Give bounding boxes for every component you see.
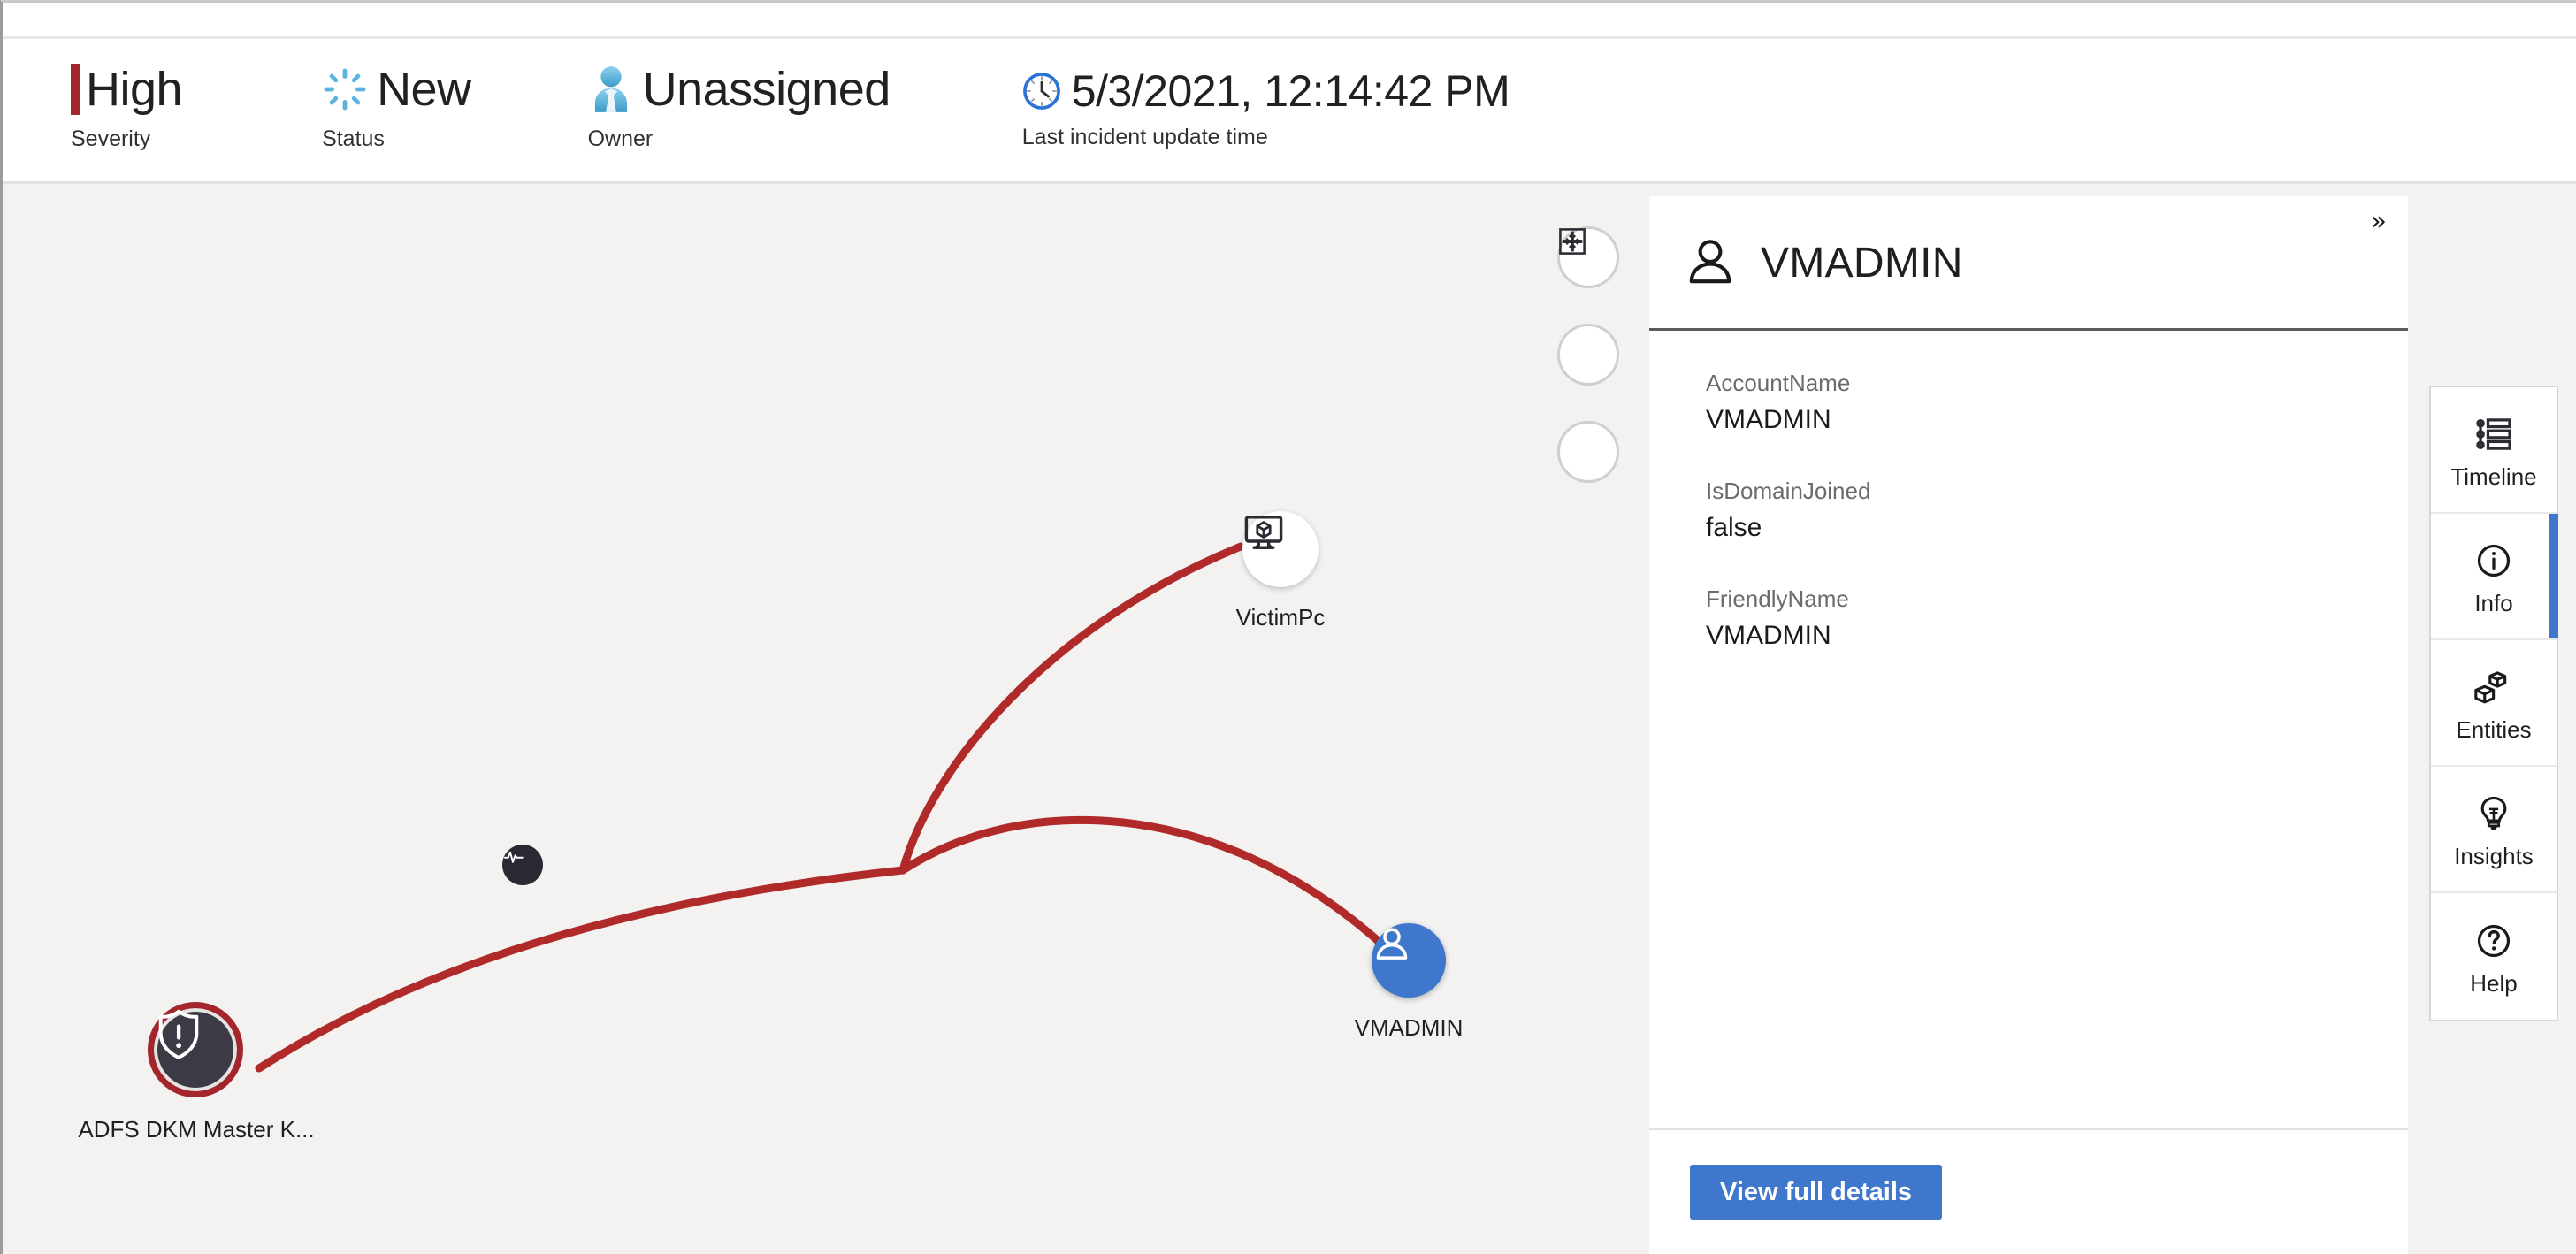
owner-person-icon xyxy=(588,65,634,114)
view-full-details-button[interactable]: View full details xyxy=(1690,1165,1943,1220)
rail-item-insights[interactable]: Insights xyxy=(2431,767,2557,893)
info-circle-icon xyxy=(2473,536,2514,585)
details-panel-header: » VMADMIN xyxy=(1649,196,2408,331)
rail-item-label: Info xyxy=(2474,589,2513,616)
field-key: FriendlyName xyxy=(1706,585,1849,612)
incident-body: ADFS DKM Master K... VictimPc VMADMIN » … xyxy=(3,184,2576,1254)
status-value: New xyxy=(377,63,471,116)
header-item-severity: High Severity xyxy=(71,39,183,181)
host-monitor-icon xyxy=(1244,516,1283,549)
owner-value: Unassigned xyxy=(642,63,891,116)
details-field: AccountName VMADMIN xyxy=(1706,368,2408,437)
zoom-in-button[interactable] xyxy=(1557,231,1619,386)
alert-node-circle[interactable] xyxy=(148,1002,243,1097)
account-person-icon xyxy=(1683,234,1738,294)
minus-icon xyxy=(1563,240,1582,243)
header-item-owner: Unassigned Owner xyxy=(588,39,891,181)
rail-item-help[interactable]: Help xyxy=(2431,893,2557,1020)
details-panel-title: VMADMIN xyxy=(1761,240,1963,287)
collapse-panel-icon[interactable]: » xyxy=(2371,209,2387,235)
incident-graph-page: High Severity New Status Unassigned Owne… xyxy=(0,0,2576,1254)
victimpc-node-label: VictimPc xyxy=(1235,604,1326,631)
details-panel-footer: View full details xyxy=(1649,1128,2408,1254)
rail-item-entities[interactable]: Entities xyxy=(2431,640,2557,767)
severity-label: Severity xyxy=(71,126,151,151)
status-label: Status xyxy=(322,126,385,151)
rail-item-timeline[interactable]: Timeline xyxy=(2431,387,2557,514)
timeline-list-icon xyxy=(2473,409,2514,459)
header-summary-items: High Severity New Status Unassigned Owne… xyxy=(3,39,2576,181)
rail-item-label: Timeline xyxy=(2450,463,2537,490)
entity-graph-canvas[interactable]: ADFS DKM Master K... VictimPc VMADMIN xyxy=(3,184,1647,1254)
graph-zoom-controls xyxy=(1557,226,1637,518)
field-value: VMADMIN xyxy=(1706,621,1831,650)
shield-alert-icon xyxy=(158,1009,199,1059)
header-item-status: New Status xyxy=(322,39,471,181)
field-value: VMADMIN xyxy=(1706,405,1831,434)
victimpc-node-circle[interactable] xyxy=(1242,511,1319,587)
rail-item-label: Insights xyxy=(2454,842,2534,869)
rail-item-label: Help xyxy=(2470,969,2518,997)
field-value: false xyxy=(1706,513,1762,542)
graph-edges xyxy=(255,542,1387,1073)
zoom-out-button[interactable] xyxy=(1557,240,1619,483)
incident-header: High Severity New Status Unassigned Owne… xyxy=(3,3,2576,184)
rail-item-label: Entities xyxy=(2456,715,2532,743)
vmadmin-node-circle[interactable] xyxy=(1372,923,1446,998)
field-key: AccountName xyxy=(1706,370,1851,396)
activity-node-circle[interactable] xyxy=(502,845,543,885)
field-key: IsDomainJoined xyxy=(1706,478,1871,504)
last-update-value: 5/3/2021, 12:14:42 PM xyxy=(1071,66,1510,116)
details-field-list: AccountName VMADMIN IsDomainJoined false… xyxy=(1649,331,2408,1128)
lightbulb-icon xyxy=(2474,789,2513,838)
details-field: IsDomainJoined false xyxy=(1706,476,2408,545)
pulse-activity-icon xyxy=(503,851,524,863)
status-spinner-icon xyxy=(322,66,368,112)
entities-cubes-icon xyxy=(2473,662,2515,712)
rail-item-info[interactable]: Info xyxy=(2431,514,2558,640)
header-item-last-update: 5/3/2021, 12:14:42 PM Last incident upda… xyxy=(1022,39,1510,181)
entity-details-panel: » VMADMIN AccountName VMADMIN IsDomainJo… xyxy=(1649,196,2408,1254)
clock-icon xyxy=(1022,72,1061,111)
vmadmin-node-label: VMADMIN xyxy=(1354,1014,1464,1041)
alert-node-label: ADFS DKM Master K... xyxy=(78,1116,315,1143)
last-update-label: Last incident update time xyxy=(1021,125,1268,149)
right-navigation-rail: Timeline Info Entities Insights Help xyxy=(2429,386,2558,1021)
question-circle-icon xyxy=(2473,916,2514,966)
account-person-icon xyxy=(1376,928,1408,960)
details-field: FriendlyName VMADMIN xyxy=(1706,584,2408,653)
severity-value: High xyxy=(86,63,183,116)
severity-bar-icon xyxy=(71,64,80,115)
owner-label: Owner xyxy=(587,126,654,151)
